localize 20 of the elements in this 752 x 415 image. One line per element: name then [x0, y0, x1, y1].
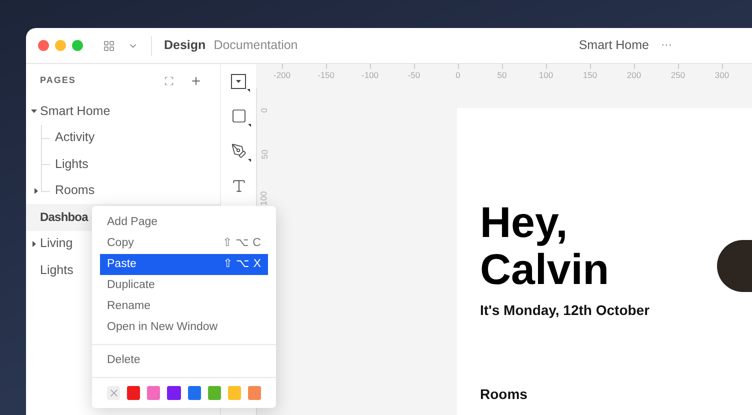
ruler-label: 0: [456, 69, 460, 82]
ruler-label: -100: [361, 69, 378, 82]
ruler-label: 150: [582, 69, 598, 82]
date-text: It's Monday, 12th October: [480, 301, 651, 320]
ruler-label: 50: [497, 69, 507, 82]
ruler-label: -150: [317, 69, 334, 82]
pages-heading: PAGES: [40, 74, 76, 88]
ruler-label: 100: [538, 69, 554, 82]
ruler-label: -200: [273, 69, 290, 82]
ruler-label: 50: [258, 149, 270, 159]
greeting-heading: Calvin: [480, 247, 610, 294]
ruler-label: 100: [258, 190, 270, 206]
ruler-label: 250: [670, 69, 686, 82]
greeting-heading: Hey,: [480, 200, 569, 247]
document-title: Smart Home: [578, 37, 649, 54]
section-heading: Rooms: [480, 385, 528, 404]
ruler-label: 0: [258, 108, 270, 112]
ruler-label: 300: [714, 69, 730, 82]
ruler-label: 200: [626, 69, 642, 82]
ruler-label: -50: [408, 69, 420, 82]
